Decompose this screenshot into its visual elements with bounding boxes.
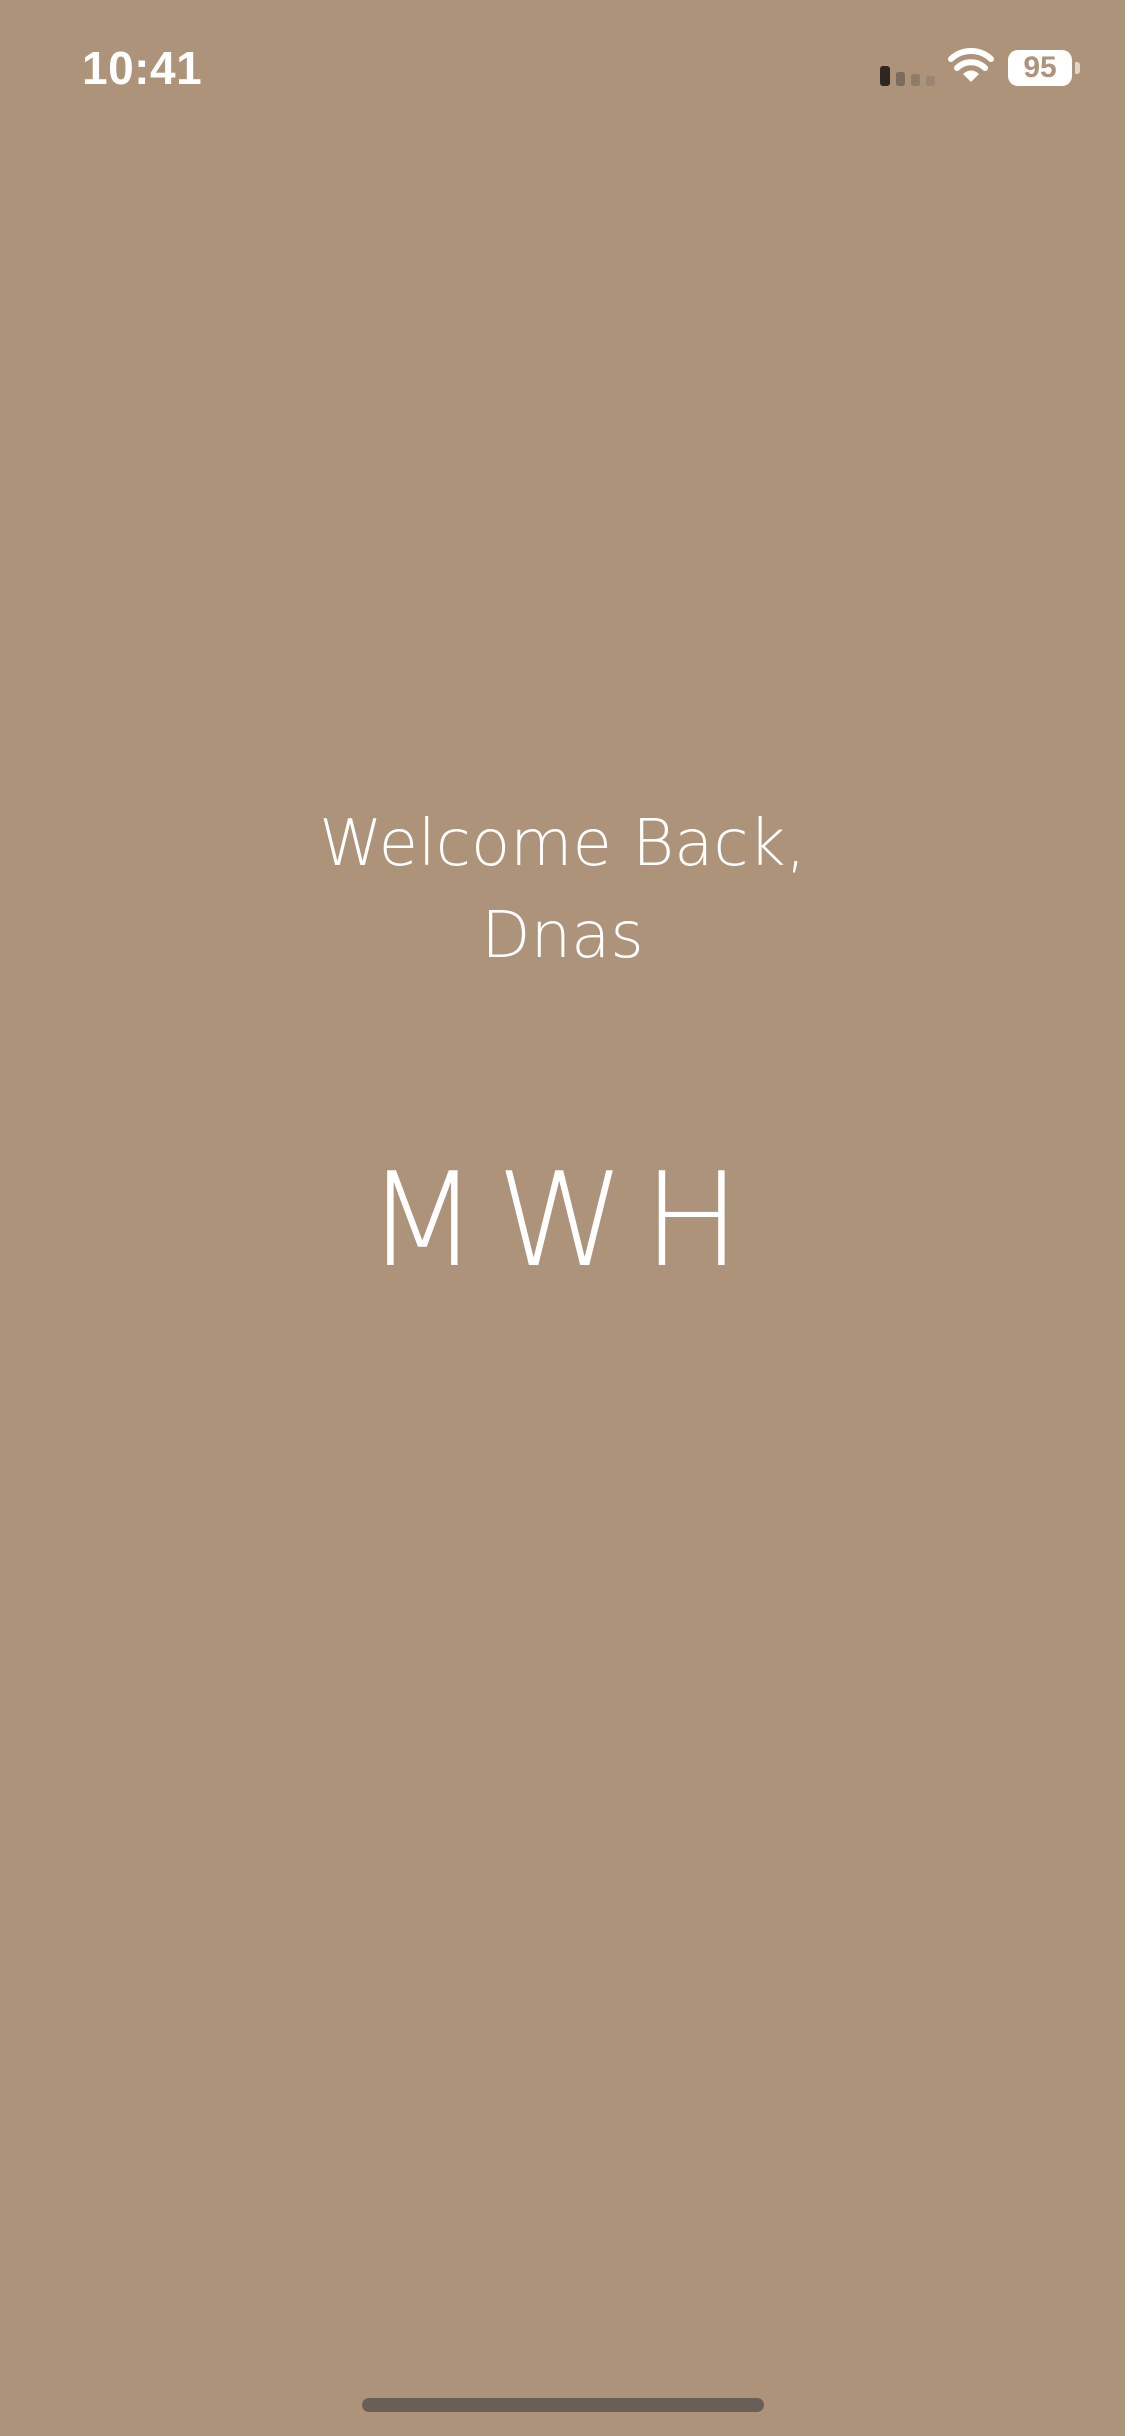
status-time: 10:41 [82,42,203,94]
status-bar: 10:41 95 [0,0,1125,140]
home-indicator[interactable] [362,2398,764,2412]
splash-screen: 10:41 95 Welcome Back, Dnas MWH [0,0,1125,2436]
welcome-line: Welcome Back, [319,807,806,881]
cellular-signal-icon [880,66,935,86]
battery-level: 95 [1023,51,1057,84]
battery-tip [1075,62,1080,74]
battery-icon: 95 [1008,50,1080,86]
app-logo: MWH [366,1144,759,1296]
user-name: Dnas [481,899,644,973]
wifi-icon [948,48,994,82]
welcome-message: Welcome Back, Dnas [0,798,1125,982]
